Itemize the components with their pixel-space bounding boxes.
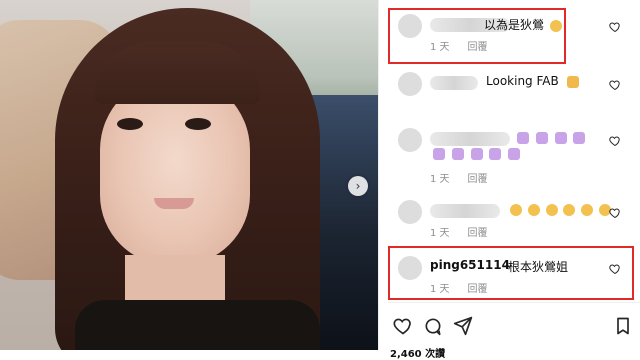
comment-meta: 1 天 回覆 <box>430 170 488 185</box>
comment-item: 1 天 回覆 <box>388 128 640 186</box>
avatar[interactable] <box>398 128 422 152</box>
reply-link[interactable]: 回覆 <box>468 38 488 53</box>
right-eye <box>185 118 211 130</box>
heart-svg <box>609 80 620 91</box>
crown-emoji-icon <box>573 131 586 144</box>
comment-item: Looking FAB <box>388 72 640 100</box>
comment-time: 1 天 <box>430 42 450 53</box>
crown-emoji-icon <box>433 147 445 160</box>
comment-emoji-row <box>508 202 612 216</box>
heart-svg <box>609 264 620 275</box>
comment-icon[interactable] <box>422 315 444 337</box>
bangs <box>95 42 260 104</box>
likes-count: 2,460 次讚 <box>390 349 446 360</box>
comment-meta: 1 天 回覆 <box>430 38 488 53</box>
smiling-face-emoji-icon <box>510 203 522 216</box>
crown-emoji-icon <box>517 131 529 144</box>
comment-text: Looking FAB <box>486 74 579 88</box>
smiling-face-emoji-icon <box>527 203 540 216</box>
avatar[interactable] <box>398 72 422 96</box>
blurred-username <box>430 132 510 146</box>
comment-item: 以為是狄鶯 1 天 回覆 <box>388 14 640 54</box>
comment-meta: 1 天 回覆 <box>430 224 488 239</box>
comment-meta: 1 天 回覆 <box>430 280 488 295</box>
like-icon[interactable] <box>392 315 414 337</box>
left-eye <box>117 118 143 130</box>
heart-svg <box>609 22 620 33</box>
instagram-post: › 以為是狄鶯 1 天 回覆 Looking FAB 1 天 回覆 1 天 回覆… <box>0 0 640 360</box>
post-photo: › <box>0 0 378 350</box>
comment-text: 以為是狄鶯 <box>484 16 562 33</box>
comment-time: 1 天 <box>430 228 450 239</box>
blurred-username <box>430 204 500 218</box>
shirt <box>75 300 320 350</box>
heart-icon[interactable] <box>609 21 621 33</box>
blurred-username <box>430 76 478 90</box>
comment-emoji-row-2 <box>430 146 521 160</box>
heart-icon[interactable] <box>609 263 621 275</box>
next-photo-button[interactable]: › <box>348 176 368 196</box>
smiling-face-emoji-icon <box>581 203 594 216</box>
reply-link[interactable]: 回覆 <box>468 170 488 185</box>
waving-hands-emoji-icon <box>566 75 579 88</box>
post-toolbar: 2,460 次讚 <box>388 302 640 360</box>
crown-emoji-icon <box>451 147 464 160</box>
save-icon[interactable] <box>612 315 634 337</box>
comment-username[interactable]: ping651114 <box>430 258 510 272</box>
avatar[interactable] <box>398 256 422 280</box>
paper-plane-svg <box>453 316 473 336</box>
crown-emoji-icon <box>470 147 483 160</box>
chevron-right-icon: › <box>355 179 361 193</box>
crown-emoji-icon <box>554 131 567 144</box>
comment-time: 1 天 <box>430 174 450 185</box>
bookmark-svg <box>617 317 629 335</box>
comment-item: 1 天 回覆 <box>388 200 640 240</box>
comment-emoji-row <box>514 130 586 144</box>
heart-svg <box>609 208 620 219</box>
comment-bubble-svg <box>425 318 441 336</box>
heart-icon[interactable] <box>609 207 621 219</box>
comment-item: ping651114 根本狄鶯姐 1 天 回覆 <box>388 256 640 296</box>
grinning-emoji-icon <box>549 19 562 32</box>
smiling-face-emoji-icon <box>545 203 558 216</box>
crown-emoji-icon <box>535 131 548 144</box>
crown-emoji-icon <box>489 147 502 160</box>
avatar[interactable] <box>398 200 422 224</box>
heart-icon[interactable] <box>609 135 621 147</box>
share-icon[interactable] <box>452 315 474 337</box>
reply-link[interactable]: 回覆 <box>468 224 488 239</box>
reply-link[interactable]: 回覆 <box>468 280 488 295</box>
comment-text: 根本狄鶯姐 <box>508 260 569 274</box>
crown-emoji-icon <box>508 147 521 160</box>
heart-icon[interactable] <box>609 79 621 91</box>
heart-svg <box>609 136 620 147</box>
avatar[interactable] <box>398 14 422 38</box>
comment-time: 1 天 <box>430 284 450 295</box>
mouth <box>154 198 194 209</box>
heart-outline-svg <box>393 318 411 335</box>
smiling-face-emoji-icon <box>563 203 576 216</box>
comments-panel: 以為是狄鶯 1 天 回覆 Looking FAB 1 天 回覆 1 天 回覆 p… <box>388 0 640 360</box>
